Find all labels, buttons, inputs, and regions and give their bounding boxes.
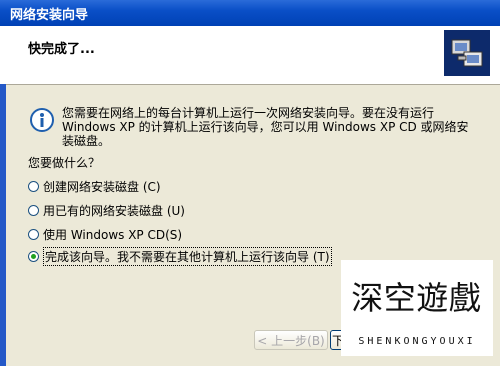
watermark: 深 空 遊 戲 SHENKONGYOUXI [341,260,493,356]
back-button[interactable]: < 上一步(B) [254,330,328,350]
window-title: 网络安装向导 [10,8,89,23]
option-use-existing-disk[interactable]: 用已有的网络安装磁盘 (U) [28,202,185,218]
watermark-char: 深 [351,279,384,317]
watermark-char: 空 [383,279,416,317]
info-icon [30,108,56,134]
option-use-xp-cd[interactable]: 使用 Windows XP CD(S) [28,226,182,242]
watermark-logo: 深 空 遊 戲 [351,266,481,326]
network-computers-icon [444,30,490,76]
wizard-header: 快完成了... [0,26,500,85]
header-title: 快完成了... [28,42,95,57]
info-description: 您需要在网络上的每台计算机上运行一次网络安装向导。要在没有运行 Windows … [62,106,469,148]
option-finish-wizard[interactable]: 完成该向导。我不需要在其他计算机上运行该向导 (T) [28,246,332,266]
option-use-xp-cd-label[interactable]: 使用 Windows XP CD(S) [43,226,182,243]
radio-use-existing-disk[interactable] [28,204,39,216]
option-create-disk[interactable]: 创建网络安装磁盘 (C) [28,178,161,194]
title-bar[interactable]: 网络安装向导 [0,0,500,26]
option-finish-wizard-label[interactable]: 完成该向导。我不需要在其他计算机上运行该向导 (T) [43,246,332,266]
option-use-existing-disk-label[interactable]: 用已有的网络安装磁盘 (U) [43,202,185,219]
watermark-char: 戲 [448,279,481,317]
option-create-disk-label[interactable]: 创建网络安装磁盘 (C) [43,178,161,195]
question-label: 您要做什么？ [28,156,101,170]
watermark-subtitle: SHENKONGYOUXI [358,336,476,347]
watermark-char: 遊 [416,279,449,317]
radio-use-xp-cd[interactable] [28,228,39,240]
radio-finish-wizard[interactable] [28,250,39,262]
left-border [0,84,6,366]
radio-create-disk[interactable] [28,180,39,192]
